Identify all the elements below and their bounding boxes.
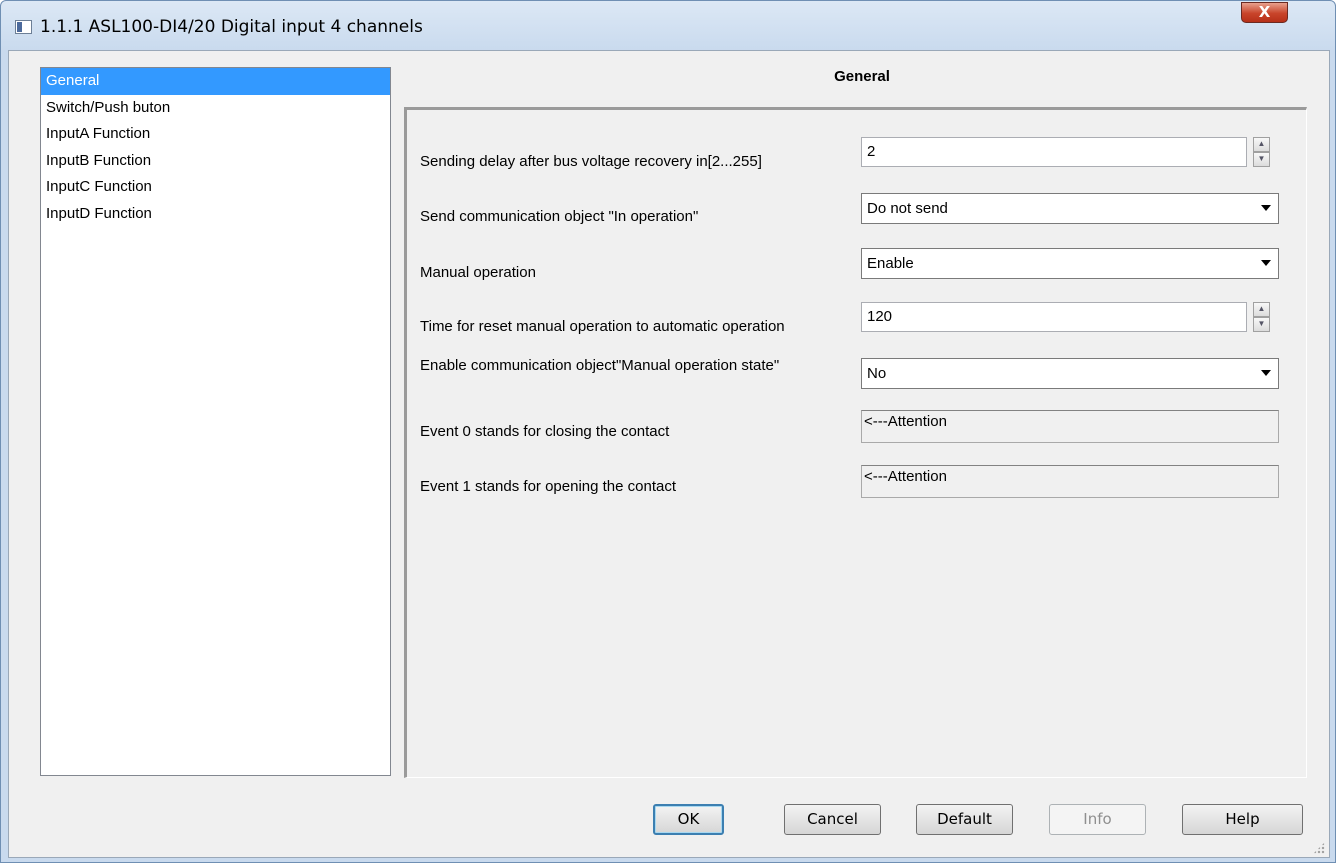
- dialog-client-area: General Switch/Push buton InputA Functio…: [8, 50, 1330, 858]
- nav-item-inputa-function[interactable]: InputA Function: [41, 121, 390, 148]
- parameter-panel: Sending delay after bus voltage recovery…: [404, 107, 1307, 778]
- panel-title: General: [834, 68, 890, 85]
- window-title: 1.1.1 ASL100-DI4/20 Digital input 4 chan…: [40, 17, 423, 37]
- sending-delay-label: Sending delay after bus voltage recovery…: [420, 153, 762, 170]
- ok-button[interactable]: OK: [653, 804, 724, 835]
- spin-up-icon[interactable]: ▲: [1253, 302, 1270, 317]
- event0-attention-field: <---Attention: [861, 410, 1279, 443]
- event0-label: Event 0 stands for closing the contact: [420, 423, 670, 440]
- spin-down-icon[interactable]: ▼: [1253, 152, 1270, 167]
- default-button[interactable]: Default: [916, 804, 1013, 835]
- nav-item-inputd-function[interactable]: InputD Function: [41, 201, 390, 228]
- resize-grip-icon[interactable]: [1313, 842, 1325, 854]
- in-operation-select[interactable]: Do not send: [861, 193, 1279, 224]
- event1-label: Event 1 stands for opening the contact: [420, 478, 677, 495]
- chevron-down-icon: [1261, 260, 1271, 266]
- event1-attention-field: <---Attention: [861, 465, 1279, 498]
- nav-item-inputc-function[interactable]: InputC Function: [41, 174, 390, 201]
- parameter-tree: General Switch/Push buton InputA Functio…: [40, 67, 391, 776]
- nav-item-switch-push-button[interactable]: Switch/Push buton: [41, 95, 390, 122]
- spin-down-icon[interactable]: ▼: [1253, 317, 1270, 332]
- help-button[interactable]: Help: [1182, 804, 1303, 835]
- manual-state-value: No: [867, 365, 887, 382]
- nav-item-general[interactable]: General: [41, 68, 390, 95]
- manual-state-select[interactable]: No: [861, 358, 1279, 389]
- reset-time-input[interactable]: 120: [861, 302, 1247, 332]
- nav-item-inputb-function[interactable]: InputB Function: [41, 148, 390, 175]
- app-window-icon: [15, 20, 32, 34]
- manual-operation-label: Manual operation: [420, 264, 536, 281]
- chevron-down-icon: [1261, 205, 1271, 211]
- title-bar[interactable]: 1.1.1 ASL100-DI4/20 Digital input 4 chan…: [1, 1, 1335, 51]
- sending-delay-input[interactable]: 2: [861, 137, 1247, 167]
- in-operation-label: Send communication object "In operation": [420, 208, 699, 225]
- sending-delay-spinner: ▲ ▼: [1253, 137, 1270, 167]
- close-button[interactable]: X: [1241, 2, 1288, 23]
- spin-up-icon[interactable]: ▲: [1253, 137, 1270, 152]
- cancel-button[interactable]: Cancel: [784, 804, 881, 835]
- in-operation-value: Do not send: [867, 200, 948, 217]
- reset-time-label: Time for reset manual operation to autom…: [420, 318, 785, 335]
- manual-operation-select[interactable]: Enable: [861, 248, 1279, 279]
- chevron-down-icon: [1261, 370, 1271, 376]
- manual-state-label: Enable communication object"Manual opera…: [420, 357, 780, 374]
- info-button: Info: [1049, 804, 1146, 835]
- reset-time-spinner: ▲ ▼: [1253, 302, 1270, 332]
- dialog-window: 1.1.1 ASL100-DI4/20 Digital input 4 chan…: [0, 0, 1336, 863]
- manual-operation-value: Enable: [867, 255, 914, 272]
